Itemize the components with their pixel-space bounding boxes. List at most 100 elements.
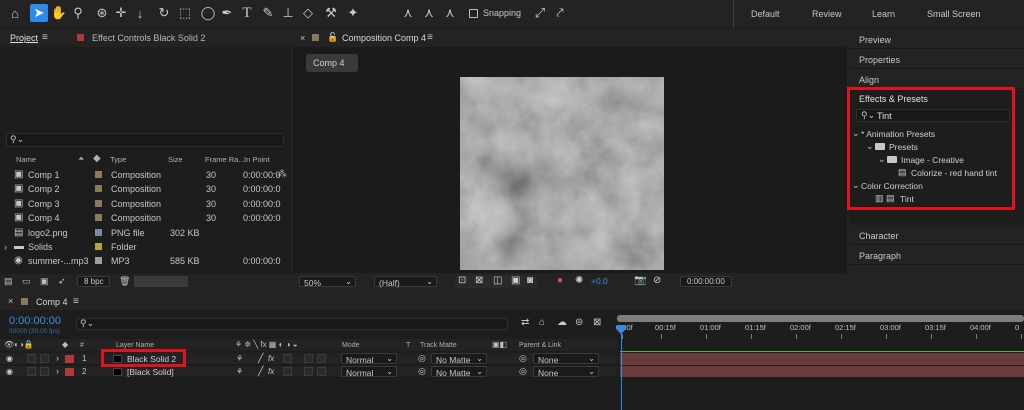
type-tool-icon[interactable]: T [238,4,256,22]
brush-tool-icon[interactable]: ✎ [259,4,277,22]
new-folder-icon[interactable]: ▭ [22,277,31,286]
list-item[interactable]: ◉ summer-...mp3 MP3 585 KB 0:00:00:0 [10,254,290,268]
trash-icon[interactable]: 🗑 [119,277,130,286]
guides-icon[interactable]: ▣ [511,276,520,286]
list-item[interactable]: › ▬ Solids Folder [4,240,290,254]
project-search-input[interactable] [6,133,284,147]
audio-toggle[interactable] [27,367,36,376]
table-row[interactable]: ◉ › 1 Black Solid 2 ⚘ ╱ fx Normal ⌄ ◎ No Matte ⌄ ◎ No… [0,353,617,365]
flowchart-icon[interactable]: ⁂ [277,170,287,180]
quality-switch-icon[interactable]: ╱ [258,367,263,376]
graph-editor-icon[interactable]: ⊠ [593,318,601,328]
list-item[interactable]: ▣ Comp 3 Composition 30 0:00:00:0 [10,197,290,211]
orbit-camera-icon[interactable]: ⊛ [93,4,111,22]
pan-camera-icon[interactable]: ✛ [112,4,130,22]
local-axis-icon[interactable]: ⋏ [399,4,417,22]
column-mode[interactable]: Mode [342,342,360,349]
shy-icon[interactable]: ☁ [557,318,567,328]
eye-icon[interactable]: ◉ [6,355,13,363]
rotate-tool-icon[interactable]: ↻ [155,4,173,22]
exposure-value[interactable]: +0.0 [591,277,608,286]
selection-tool-icon[interactable]: ➤ [30,4,48,22]
new-composition-icon[interactable]: ▣ [40,277,49,286]
playhead-line[interactable] [621,332,622,410]
list-item[interactable]: ▤ logo2.png PNG file 302 KB [10,226,290,240]
ellipse-tool-icon[interactable]: ◯ [199,4,217,22]
pick-whip-icon[interactable]: ◎ [519,354,527,363]
preserve-transparency-icon[interactable]: ◎ [418,367,426,376]
table-row[interactable]: ◉ › 2 [Black Solid] ⚘ ╱ fx Normal ⌄ ◎ No Matte ⌄ ◎ No… [0,366,617,378]
tab-composition[interactable]: Composition Comp 4 [342,34,426,43]
color-channels-icon[interactable]: ● [557,276,563,286]
shy-switch-icon[interactable]: ⚘ [236,368,243,376]
panel-menu-icon[interactable]: ≡ [427,33,433,43]
channels-icon[interactable]: ◙ [527,276,533,286]
workspace-default[interactable]: Default [751,9,780,19]
anchor-point-icon[interactable]: ⬚ [176,4,194,22]
3d-toggle[interactable] [317,354,326,363]
column-type[interactable]: Type [110,156,126,164]
column-parent-link[interactable]: Parent & Link [519,342,561,349]
pick-whip-icon[interactable]: ◎ [519,367,527,376]
layer-2-track-bar[interactable] [620,366,1024,377]
tab-timeline[interactable]: Comp 4 [36,298,68,307]
region-of-interest-icon[interactable]: ⊡ [458,276,466,286]
parent-dropdown[interactable]: None ⌄ [533,366,599,378]
adjustment-toggle[interactable] [304,367,313,376]
list-item[interactable]: ▣ Comp 4 Composition 30 0:00:00:0 [10,211,290,225]
draft-3d-icon[interactable]: ⌂ [539,318,545,328]
show-snapshot-icon[interactable]: ⊘ [653,276,661,286]
label-color-swatch[interactable] [65,368,74,376]
frame-blending-icon[interactable]: ⊜ [575,318,583,328]
eye-icon[interactable]: ◉ [6,368,13,376]
column-frame-rate[interactable]: Frame Ra... [205,156,245,164]
dolly-camera-icon[interactable]: ↓ [131,4,149,22]
panel-menu-icon[interactable]: ≡ [73,297,79,307]
hand-tool-icon[interactable]: ✋ [50,4,68,22]
snapping-checkbox[interactable] [469,9,478,18]
color-management-icon[interactable]: ✺ [575,276,583,286]
interpret-footage-icon[interactable]: ▤ [4,277,13,286]
shy-switch-icon[interactable]: ⚘ [236,355,243,363]
motion-blur-toggle[interactable] [283,367,292,376]
comp-mini-flowchart-icon[interactable]: ⇄ [521,318,529,328]
tab-effect-controls[interactable]: Effect Controls Black Solid 2 [92,34,205,43]
adjustment-toggle[interactable] [304,354,313,363]
layer-name[interactable]: [Black Solid] [127,368,174,377]
transparency-grid-icon[interactable]: ⊠ [475,276,483,286]
thumbnail-slider[interactable] [134,276,188,287]
zoom-tool-icon[interactable]: ⚲ [69,4,87,22]
snapshot-icon[interactable]: 📷 [634,276,646,286]
roto-brush-icon[interactable]: ⚒ [322,4,340,22]
workspace-small-screen[interactable]: Small Screen [927,9,981,19]
render-queue-icon[interactable]: ➶ [58,277,66,286]
audio-toggle[interactable] [27,354,36,363]
zoom-dropdown[interactable]: 50% ⌄ [299,276,356,288]
solo-toggle[interactable] [40,354,49,363]
quality-switch-icon[interactable]: ╱ [258,354,263,363]
chevron-right-icon[interactable]: › [4,242,7,252]
lock-icon[interactable]: 🔓 [327,33,338,42]
fx-switch-icon[interactable]: fx [268,355,274,363]
resolution-dropdown[interactable]: (Half) ⌄ [374,276,437,288]
view-axis-icon[interactable]: ⋏ [441,4,459,22]
parent-dropdown[interactable]: None ⌄ [533,353,599,365]
home-icon[interactable]: ⌂ [6,4,24,22]
eraser-tool-icon[interactable]: ◇ [299,4,317,22]
puppet-pin-icon[interactable]: ✦ [344,4,362,22]
column-layer-name[interactable]: Layer Name [116,342,154,349]
chevron-right-icon[interactable]: › [56,354,59,363]
properties-panel[interactable]: Properties [849,50,1024,69]
timeline-timecode[interactable]: 0:00:00:00 [9,316,61,327]
snap-edges-icon[interactable]: ⤢ [531,4,549,22]
preview-panel[interactable]: Preview [849,30,1024,49]
paragraph-panel[interactable]: Paragraph [849,246,1024,265]
column-in-point[interactable]: In Point [244,156,269,164]
preserve-transparency-icon[interactable]: ◎ [418,354,426,363]
clone-stamp-icon[interactable]: ⊥ [279,4,297,22]
chevron-right-icon[interactable]: › [56,367,59,376]
panel-menu-icon[interactable]: ≡ [42,33,48,43]
close-icon[interactable]: × [300,34,305,43]
pen-tool-icon[interactable]: ✒ [218,4,236,22]
character-panel[interactable]: Character [849,226,1024,245]
